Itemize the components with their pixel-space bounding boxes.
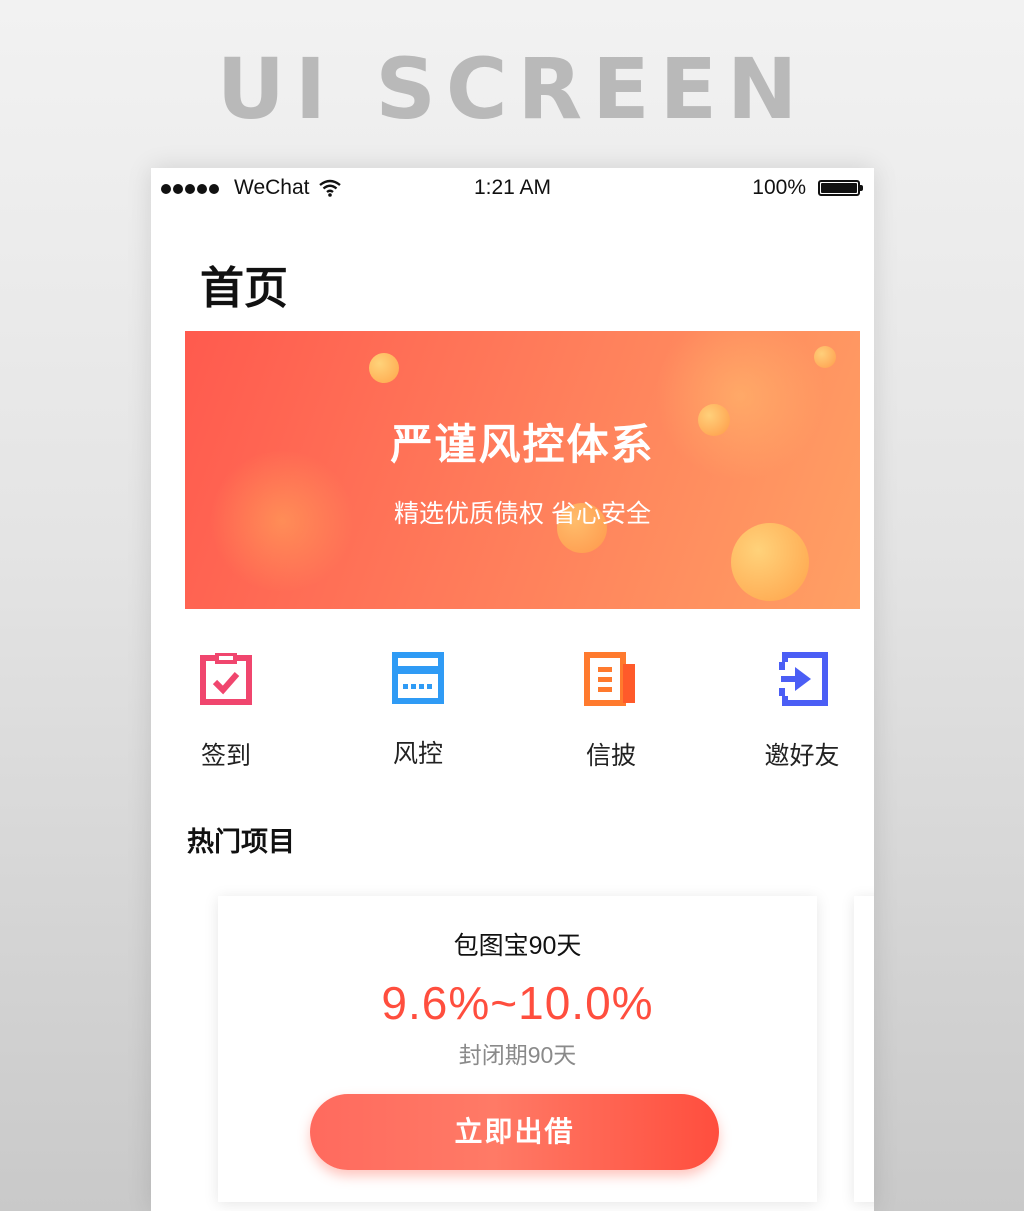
phone-screen: WeChat 1:21 AM 100% 首页 严谨风控体系 精选优质债权 省心安… — [151, 168, 874, 1211]
banner-title: 严谨风控体系 — [390, 421, 655, 468]
action-label: 信披 — [585, 742, 636, 770]
battery-percent: 100% — [752, 176, 806, 199]
action-disclosure[interactable]: 信披 — [551, 652, 671, 772]
page-title: 首页 — [200, 264, 288, 313]
product-term: 封闭期90天 — [458, 1042, 577, 1068]
banner-decoration — [814, 346, 836, 368]
card-icon — [392, 652, 444, 704]
next-product-card[interactable] — [854, 896, 874, 1202]
product-card[interactable]: 包图宝90天 9.6%~10.0% 封闭期90天 立即出借 — [218, 896, 817, 1202]
battery-icon — [818, 180, 863, 196]
action-label: 签到 — [200, 742, 251, 770]
action-risk-control[interactable]: 风控 — [358, 652, 478, 770]
product-rate: 9.6%~10.0% — [381, 977, 654, 1029]
action-invite-friends[interactable]: 邀好友 — [742, 652, 862, 772]
banner-subtitle: 精选优质债权 省心安全 — [394, 500, 651, 528]
invest-button[interactable]: 立即出借 — [310, 1094, 719, 1170]
status-bar: WeChat 1:21 AM 100% — [151, 168, 874, 210]
product-name: 包图宝90天 — [453, 932, 582, 960]
document-icon — [584, 652, 635, 706]
promo-banner[interactable]: 严谨风控体系 精选优质债权 省心安全 — [185, 331, 860, 609]
invite-arrow-icon — [777, 652, 828, 706]
banner-decoration — [369, 353, 399, 383]
header-title: UI SCREEN — [216, 40, 808, 138]
action-checkin[interactable]: 签到 — [166, 652, 286, 772]
section-title: 热门项目 — [187, 827, 295, 857]
action-label: 风控 — [392, 740, 443, 768]
action-label: 邀好友 — [764, 742, 840, 770]
calendar-check-icon — [200, 653, 252, 705]
banner-decoration — [731, 523, 809, 601]
